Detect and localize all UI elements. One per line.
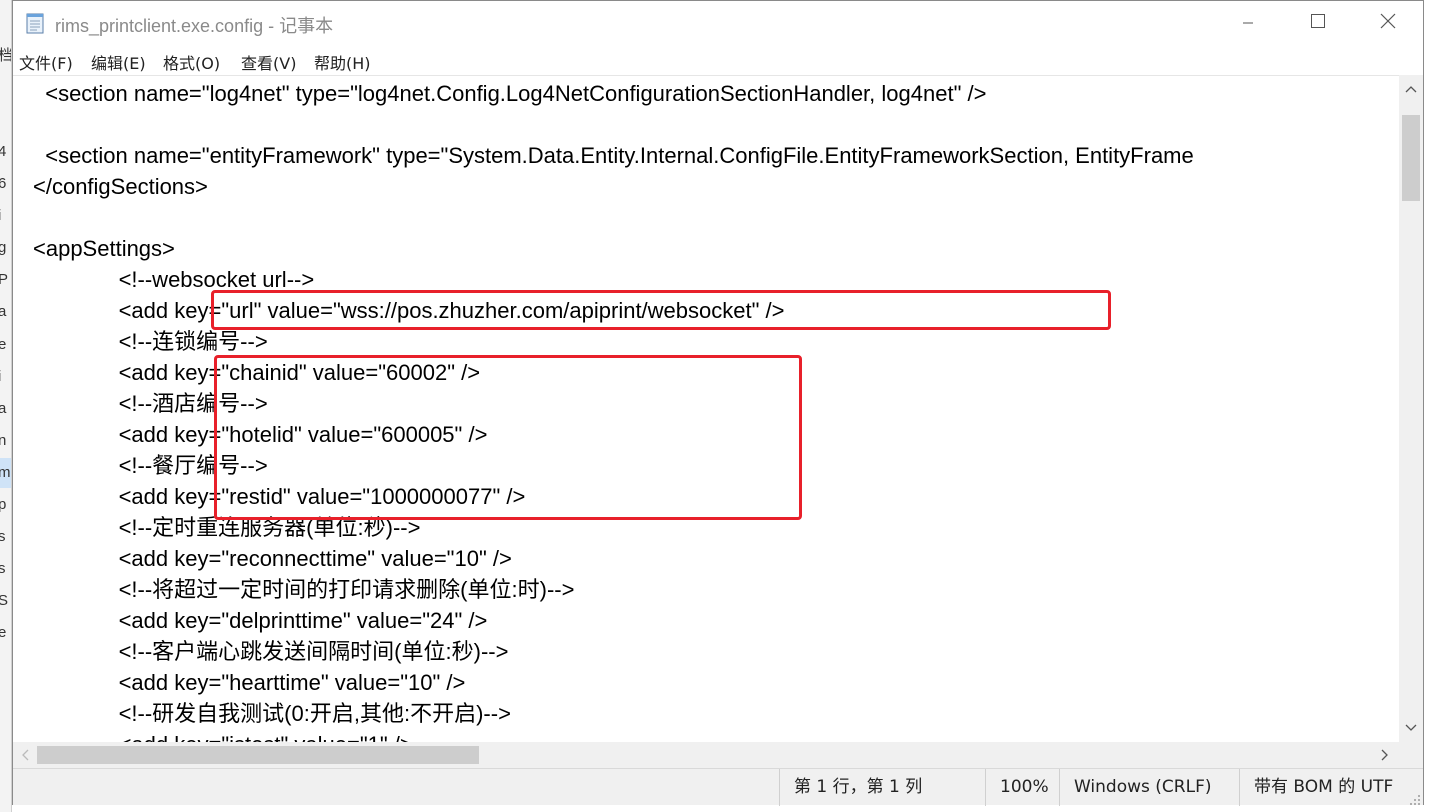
background-text: S <box>0 592 8 609</box>
encoding: 带有 BOM 的 UTF <box>1239 769 1423 806</box>
status-bar: 第 1 行，第 1 列 100% Windows (CRLF) 带有 BOM 的… <box>13 768 1423 806</box>
menu-edit[interactable]: 编辑(E) <box>91 50 146 74</box>
background-text: m <box>0 464 11 481</box>
background-text: 6 <box>0 175 6 192</box>
text-line: <!--连锁编号--> <box>33 329 268 354</box>
minimize-button[interactable] <box>1213 1 1283 45</box>
background-window-strip: 档 4 6 i g P a e i a n m p s s S e <box>0 0 12 812</box>
menu-help[interactable]: 帮助(H) <box>314 50 371 74</box>
annotation-box-url <box>211 290 1111 330</box>
background-text: 档 <box>0 44 11 65</box>
text-line: <!--客户端心跳发送间隔时间(单位:秒)--> <box>33 639 509 664</box>
text-editor[interactable]: <section name="log4net" type="log4net.Co… <box>13 75 1399 742</box>
chevron-down-icon <box>1405 724 1417 731</box>
vertical-scrollbar[interactable] <box>1399 75 1423 742</box>
minimize-icon <box>1242 14 1254 33</box>
background-text: P <box>0 271 8 288</box>
menu-file[interactable]: 文件(F) <box>19 50 73 74</box>
text-line: <add key="delprinttime" value="24" /> <box>33 608 488 633</box>
scroll-left-button[interactable] <box>13 742 37 768</box>
background-text: s <box>0 528 6 545</box>
maximize-icon <box>1310 13 1326 33</box>
text-line: <add key="istest" value="1" /> <box>33 729 413 742</box>
title-bar[interactable]: rims_printclient.exe.config - 记事本 <box>13 1 1423 45</box>
background-text: i <box>0 368 1 385</box>
zoom-level: 100% <box>985 769 1063 806</box>
horizontal-scroll-thumb[interactable] <box>37 746 479 764</box>
chevron-up-icon <box>1405 86 1417 93</box>
close-button[interactable] <box>1353 1 1423 45</box>
line-ending: Windows (CRLF) <box>1059 769 1231 806</box>
close-icon <box>1380 13 1396 33</box>
text-line: <add key="reconnecttime" value="10" /> <box>33 546 512 571</box>
background-text: s <box>0 560 6 577</box>
menu-format[interactable]: 格式(O) <box>163 50 220 74</box>
resize-grip-icon[interactable] <box>1409 791 1421 805</box>
text-line: <add key="hearttime" value="10" /> <box>33 670 466 695</box>
text-line: <section name="log4net" type="log4net.Co… <box>33 81 987 106</box>
background-text: g <box>0 239 6 256</box>
annotation-box-ids <box>214 355 802 520</box>
text-line: <!--研发自我测试(0:开启,其他:不开启)--> <box>33 701 511 726</box>
menu-bar: 文件(F) 编辑(E) 格式(O) 查看(V) 帮助(H) <box>13 45 1423 75</box>
background-text: e <box>0 336 6 353</box>
window-title: rims_printclient.exe.config - 记事本 <box>55 16 334 36</box>
horizontal-scrollbar[interactable] <box>13 742 1399 768</box>
menu-view[interactable]: 查看(V) <box>241 50 296 74</box>
scroll-up-button[interactable] <box>1399 77 1423 101</box>
background-text: p <box>0 496 6 513</box>
vertical-scroll-thumb[interactable] <box>1402 115 1420 201</box>
text-line: <section name="entityFramework" type="Sy… <box>33 143 1194 168</box>
background-text: e <box>0 624 6 641</box>
text-line: </configSections> <box>33 174 208 199</box>
chevron-right-icon <box>1381 749 1388 761</box>
scrollbar-corner <box>1399 742 1423 768</box>
background-text: n <box>0 432 6 449</box>
notepad-window: rims_printclient.exe.config - 记事本 文件(F) … <box>12 0 1424 806</box>
maximize-button[interactable] <box>1283 1 1353 45</box>
background-text: a <box>0 303 6 320</box>
cursor-position: 第 1 行，第 1 列 <box>779 769 979 806</box>
notepad-icon <box>25 12 45 34</box>
background-text: i <box>0 207 1 224</box>
text-line: <appSettings> <box>33 236 175 261</box>
background-text: 4 <box>0 143 6 160</box>
background-text: a <box>0 400 6 417</box>
text-line: <!--将超过一定时间的打印请求删除(单位:时)--> <box>33 577 575 602</box>
scroll-down-button[interactable] <box>1399 716 1423 740</box>
chevron-left-icon <box>22 749 29 761</box>
scroll-right-button[interactable] <box>1373 742 1397 768</box>
